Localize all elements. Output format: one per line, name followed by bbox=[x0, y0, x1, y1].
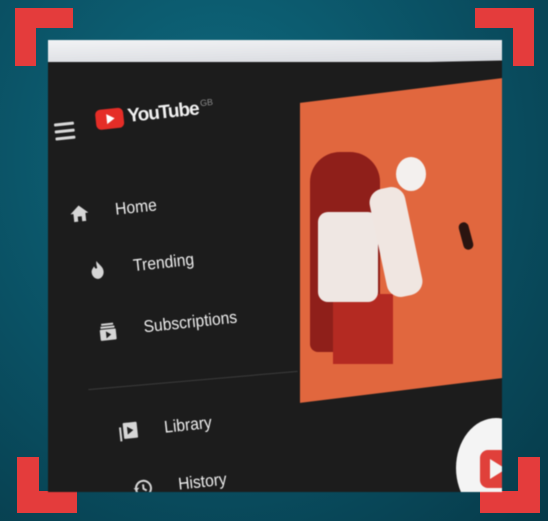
frame-corner-top-left bbox=[15, 8, 36, 66]
frame-corner-bottom-right bbox=[518, 457, 540, 513]
youtube-screen: YouTube GB Home Trending Subscriptions L… bbox=[48, 62, 502, 492]
sidebar-item-label: History bbox=[177, 469, 228, 492]
flame-icon bbox=[86, 259, 108, 281]
sidebar-item-label: Home bbox=[114, 195, 158, 219]
sidebar-item-label: Subscriptions bbox=[142, 307, 238, 337]
library-icon bbox=[117, 421, 139, 443]
sidebar-item-home[interactable]: Home bbox=[68, 195, 161, 224]
logo-text: YouTube bbox=[126, 98, 200, 127]
sidebar: YouTube GB Home Trending Subscriptions L… bbox=[48, 40, 502, 492]
home-icon bbox=[68, 202, 90, 224]
sidebar-item-trending[interactable]: Trending bbox=[86, 249, 200, 281]
sidebar-item-subscriptions[interactable]: Subscriptions bbox=[97, 307, 246, 342]
sidebar-item-label: Library bbox=[163, 412, 213, 437]
logo-region: GB bbox=[199, 96, 214, 109]
youtube-play-logo-icon bbox=[94, 107, 125, 131]
frame-corner-bottom-left bbox=[17, 457, 39, 513]
subscriptions-icon bbox=[97, 320, 119, 342]
hamburger-menu-icon[interactable] bbox=[53, 121, 76, 144]
sidebar-item-label: Trending bbox=[132, 249, 195, 276]
youtube-logo[interactable]: YouTube GB bbox=[94, 96, 215, 131]
history-icon bbox=[131, 477, 153, 492]
sidebar-item-library[interactable]: Library bbox=[117, 412, 217, 442]
frame-corner-top-right bbox=[513, 8, 534, 66]
sidebar-item-history[interactable]: History bbox=[131, 469, 231, 492]
screen-photo: YouTube GB Home Trending Subscriptions L… bbox=[48, 40, 502, 492]
